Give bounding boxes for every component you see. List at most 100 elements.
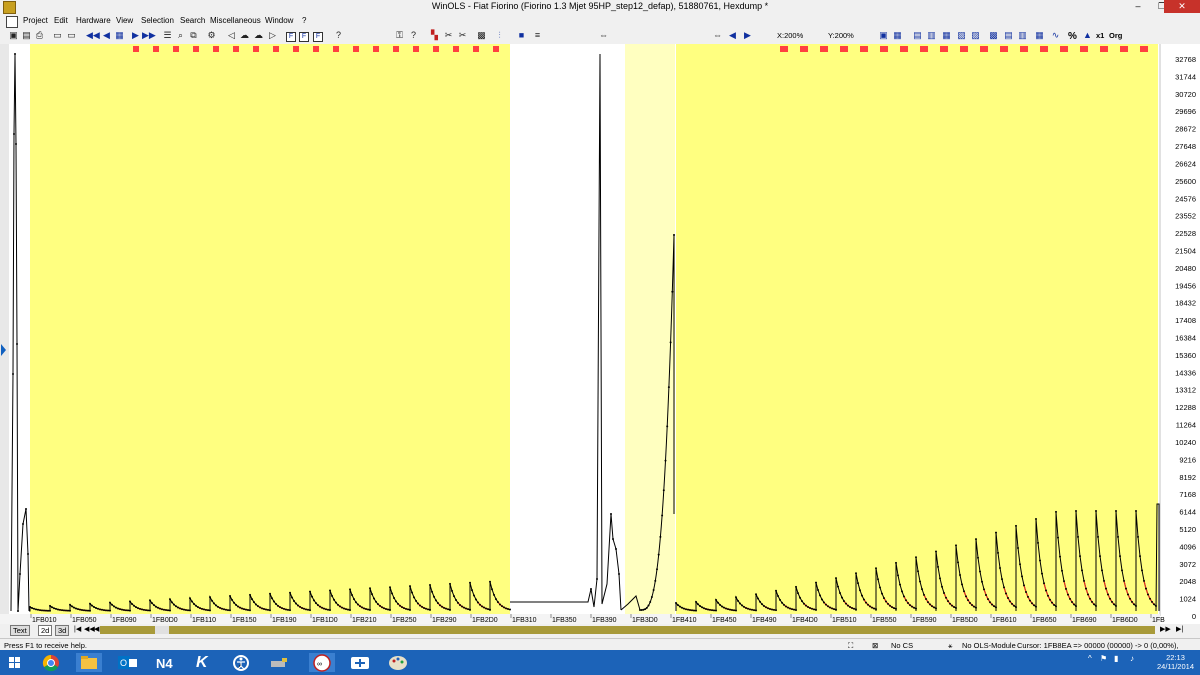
- view7-icon[interactable]: ▨: [970, 30, 981, 41]
- tools-icon[interactable]: ⚙: [206, 30, 217, 41]
- map-marker[interactable]: [1120, 46, 1128, 52]
- f-dark-icon[interactable]: F: [299, 32, 309, 42]
- scroll-first-icon[interactable]: |◀: [74, 625, 81, 633]
- outlook-icon[interactable]: O: [114, 653, 140, 672]
- start-button[interactable]: [4, 653, 30, 672]
- next-icon[interactable]: ▶: [130, 30, 141, 41]
- map-marker[interactable]: [313, 46, 319, 52]
- bars-icon[interactable]: ⫶: [494, 30, 505, 41]
- map-region-3[interactable]: [676, 44, 1158, 614]
- left-arrow-icon[interactable]: ◀: [727, 30, 738, 41]
- help-question[interactable]: ?: [333, 30, 344, 41]
- search-map-icon[interactable]: ⌕: [175, 30, 186, 41]
- view3-icon[interactable]: ▤: [912, 30, 923, 41]
- forward-icon[interactable]: ▷: [267, 30, 278, 41]
- menu-project[interactable]: Project: [23, 16, 48, 25]
- f-icon[interactable]: F: [286, 32, 296, 42]
- first-icon[interactable]: ◀◀: [86, 30, 100, 41]
- scroll-track[interactable]: [100, 626, 1155, 634]
- view5-icon[interactable]: ▦: [941, 30, 952, 41]
- map-marker[interactable]: [213, 46, 219, 52]
- delta-icon[interactable]: ▲: [1082, 30, 1093, 41]
- zoom-x[interactable]: X:200%: [777, 31, 803, 40]
- k-app-icon[interactable]: K: [190, 653, 216, 672]
- map-marker[interactable]: [900, 46, 908, 52]
- menu-window[interactable]: Window: [265, 16, 293, 25]
- map-region-1[interactable]: [30, 44, 510, 614]
- map-marker[interactable]: [253, 46, 259, 52]
- cut2-icon[interactable]: ✂: [457, 30, 468, 41]
- grid-icon[interactable]: ▦: [114, 30, 125, 41]
- last-icon[interactable]: ▶▶: [142, 30, 156, 41]
- close-button[interactable]: ✕: [1164, 0, 1200, 13]
- map-marker[interactable]: [980, 46, 988, 52]
- flag-icon[interactable]: ⚑: [1100, 654, 1107, 663]
- menu-miscellaneous[interactable]: Miscellaneous: [210, 16, 261, 25]
- copy-icon[interactable]: ⧉: [188, 30, 199, 41]
- map-marker[interactable]: [780, 46, 788, 52]
- view8-icon[interactable]: ▩: [988, 30, 999, 41]
- x1-button[interactable]: x1: [1096, 31, 1104, 40]
- map-marker[interactable]: [1020, 46, 1028, 52]
- map-marker[interactable]: [273, 46, 279, 52]
- back-icon[interactable]: ◁: [226, 30, 237, 41]
- clock[interactable]: 22:13 24/11/2014: [1157, 653, 1194, 671]
- map-marker[interactable]: [173, 46, 179, 52]
- winols-icon[interactable]: ∞: [309, 653, 335, 672]
- cloud-icon[interactable]: ☁: [239, 30, 250, 41]
- map-marker[interactable]: [820, 46, 828, 52]
- n4-icon[interactable]: N4: [152, 653, 178, 672]
- wave-icon[interactable]: ∿: [1050, 30, 1061, 41]
- cut-icon[interactable]: ✂: [443, 30, 454, 41]
- view2-icon[interactable]: ▦: [892, 30, 903, 41]
- network-icon[interactable]: ▮: [1114, 654, 1118, 663]
- minimize-button[interactable]: –: [1126, 0, 1150, 13]
- map-marker[interactable]: [433, 46, 439, 52]
- window-icon[interactable]: ▭: [52, 30, 63, 41]
- map-marker[interactable]: [800, 46, 808, 52]
- tray-arrow-icon[interactable]: ^: [1088, 654, 1092, 663]
- map-marker[interactable]: [920, 46, 928, 52]
- view6-icon[interactable]: ▧: [956, 30, 967, 41]
- prev-icon[interactable]: ◀: [101, 30, 112, 41]
- map-marker[interactable]: [133, 46, 139, 52]
- scroll-thumb[interactable]: [155, 626, 169, 634]
- view11-icon[interactable]: ▦: [1034, 30, 1045, 41]
- map-marker[interactable]: [413, 46, 419, 52]
- view9-icon[interactable]: ▤: [1003, 30, 1014, 41]
- map-marker[interactable]: [880, 46, 888, 52]
- map-marker[interactable]: [960, 46, 968, 52]
- file-explorer-icon[interactable]: [76, 653, 102, 672]
- paint-icon[interactable]: [385, 653, 411, 672]
- chrome-icon[interactable]: [38, 653, 64, 672]
- map-marker[interactable]: [1060, 46, 1068, 52]
- marker-icon[interactable]: ▚: [429, 30, 440, 41]
- map-marker[interactable]: [373, 46, 379, 52]
- remote-icon[interactable]: [347, 653, 373, 672]
- scroll-right-icon[interactable]: ▶▶: [1160, 625, 1171, 633]
- menu-selection[interactable]: Selection: [141, 16, 174, 25]
- map-marker[interactable]: [153, 46, 159, 52]
- key-icon[interactable]: ⚿: [394, 30, 405, 41]
- arrows-icon[interactable]: ⇔: [598, 30, 609, 41]
- zoom-y[interactable]: Y:200%: [828, 31, 854, 40]
- view10-icon[interactable]: ▥: [1017, 30, 1028, 41]
- map-marker[interactable]: [1140, 46, 1148, 52]
- map-marker[interactable]: [473, 46, 479, 52]
- dropdown-icon[interactable]: ≡: [532, 30, 543, 41]
- print-icon[interactable]: ⎙: [34, 30, 45, 41]
- tab-2d[interactable]: 2d: [38, 625, 53, 636]
- cloud2-icon[interactable]: ☁: [253, 30, 264, 41]
- scroll-left-icon[interactable]: ◀: [94, 625, 99, 633]
- context-help-icon[interactable]: ?: [408, 30, 419, 41]
- org-button[interactable]: Org: [1109, 31, 1122, 40]
- document-icon[interactable]: [6, 16, 18, 28]
- map-marker[interactable]: [453, 46, 459, 52]
- percent-button[interactable]: %: [1068, 31, 1077, 42]
- color-icon[interactable]: ▩: [476, 30, 487, 41]
- app-icon[interactable]: [3, 1, 16, 14]
- tool-icon[interactable]: [266, 653, 292, 672]
- bottom-scrollbar[interactable]: Text 2d 3d |◀ ◀◀ ◀ ▶▶ ▶|: [0, 624, 1200, 636]
- map-marker[interactable]: [333, 46, 339, 52]
- tab-3d[interactable]: 3d: [55, 625, 70, 636]
